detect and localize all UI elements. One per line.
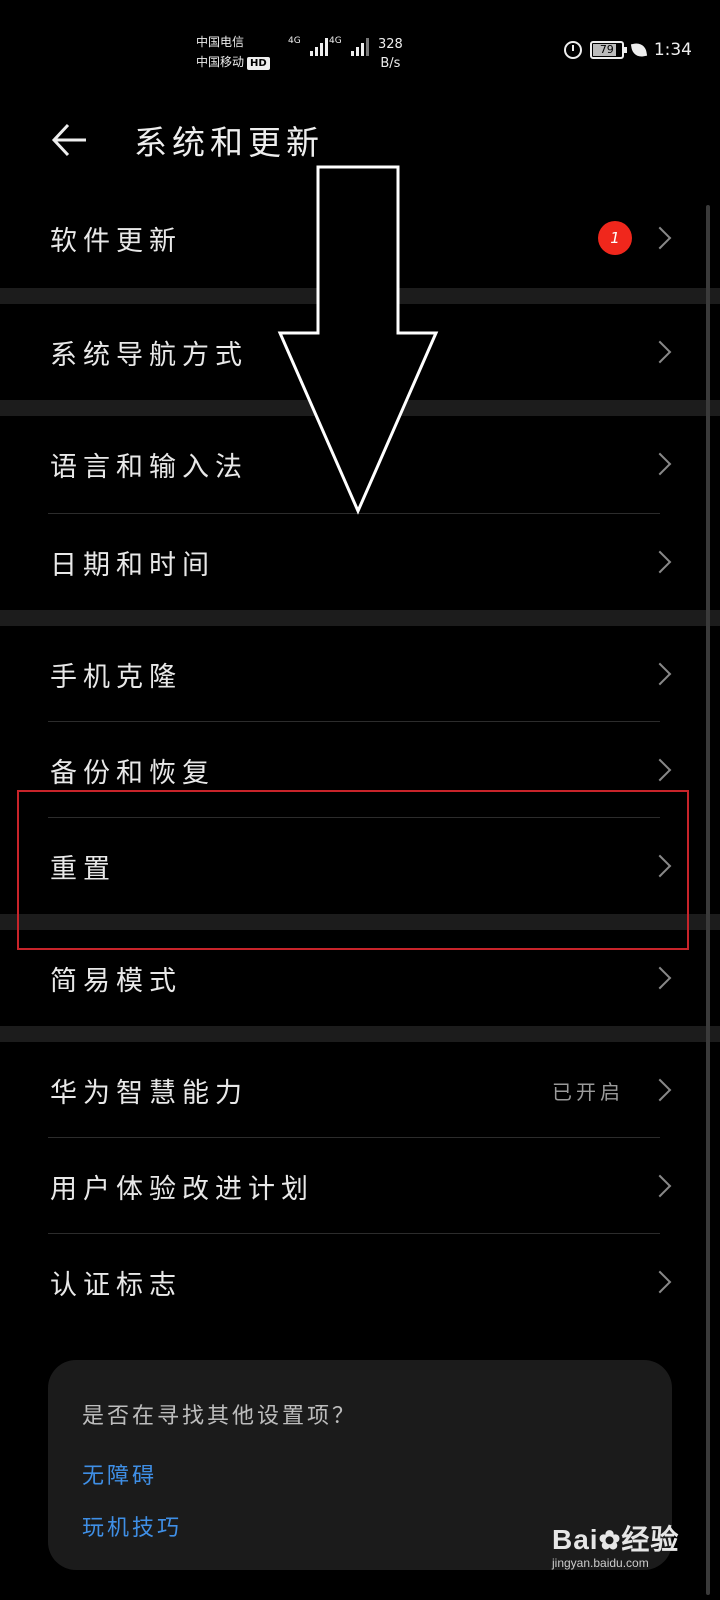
down-arrow-annotation <box>277 165 439 515</box>
carrier-2: 中国移动 <box>196 55 245 69</box>
link-tips[interactable]: 玩机技巧 <box>82 1510 182 1542</box>
chevron-right-icon <box>648 662 672 686</box>
paw-icon: ✿ <box>598 1525 622 1555</box>
menu-item-huawei-smart[interactable]: 华为智慧能力 已开启 <box>0 1042 720 1138</box>
menu-item-date-time[interactable]: 日期和时间 <box>0 514 720 610</box>
scrollbar[interactable] <box>706 205 710 1595</box>
power-saving-leaf-icon <box>630 41 647 59</box>
network-speed: 328 B/s <box>378 37 403 71</box>
chevron-right-icon <box>648 966 672 990</box>
signal-2-icon: 4G <box>329 36 369 56</box>
suggestion-question: 是否在寻找其他设置项？ <box>82 1404 358 1429</box>
baidu-watermark: Bai✿经验 jingyan.baidu.com <box>552 1524 680 1570</box>
menu-item-phone-clone[interactable]: 手机克隆 <box>0 626 720 722</box>
status-bar: 中国电信 中国移动 HD 4G 4G 328 B/s 79 1:34 <box>0 0 720 100</box>
signal-1-icon: 4G <box>288 36 328 56</box>
alarm-icon <box>563 41 582 59</box>
chevron-right-icon <box>648 226 672 250</box>
chevron-right-icon <box>648 452 672 476</box>
notification-badge: 1 <box>598 221 632 255</box>
clock: 1:34 <box>653 40 692 60</box>
section-gap <box>0 1026 720 1042</box>
carrier-info: 中国电信 中国移动 HD <box>196 32 270 72</box>
status-value: 已开启 <box>552 1079 624 1104</box>
section-gap <box>0 610 720 626</box>
chevron-right-icon <box>648 550 672 574</box>
page-title: 系统和更新 <box>134 123 324 162</box>
menu-item-ux-improvement[interactable]: 用户体验改进计划 <box>0 1138 720 1234</box>
menu-item-certification[interactable]: 认证标志 <box>0 1234 720 1330</box>
battery-icon: 79 <box>589 41 627 59</box>
back-arrow-icon[interactable] <box>50 120 90 160</box>
chevron-right-icon <box>648 1270 672 1294</box>
carrier-1: 中国电信 <box>196 35 245 49</box>
highlight-box <box>17 790 689 950</box>
chevron-right-icon <box>648 1174 672 1198</box>
chevron-right-icon <box>648 340 672 364</box>
chevron-right-icon <box>648 758 672 782</box>
chevron-right-icon <box>648 1078 672 1102</box>
link-accessibility[interactable]: 无障碍 <box>82 1458 157 1490</box>
hd-badge: HD <box>247 57 270 70</box>
